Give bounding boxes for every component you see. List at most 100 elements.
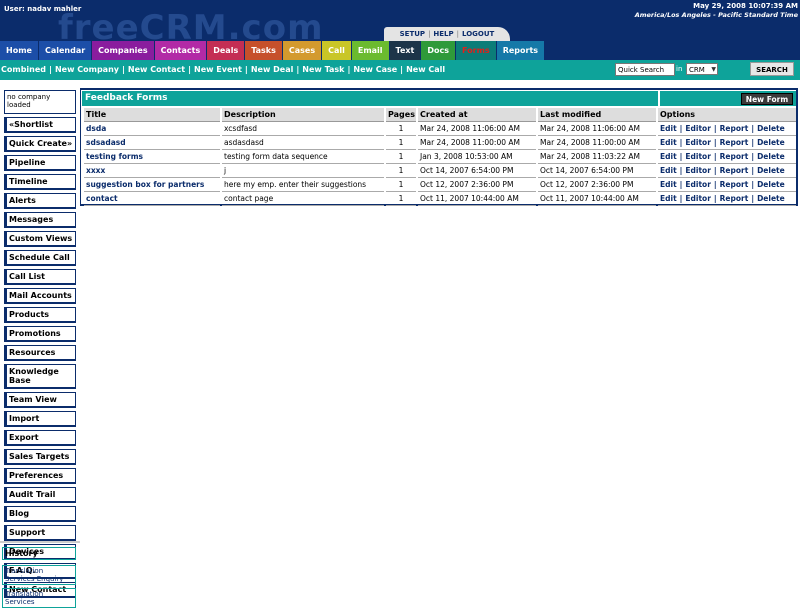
sidebar-item-import[interactable]: Import (4, 411, 76, 427)
delete-link[interactable]: Delete (757, 166, 785, 175)
quick-link-new-case[interactable]: New Case (353, 65, 397, 74)
editor-link[interactable]: Editor (685, 166, 711, 175)
editor-link[interactable]: Editor (685, 124, 711, 133)
tab-docs[interactable]: Docs (421, 41, 455, 60)
history-item[interactable]: Translation Services (2, 588, 76, 608)
quick-link-combined[interactable]: Combined (1, 65, 46, 74)
tab-companies[interactable]: Companies (92, 41, 154, 60)
form-title-link[interactable]: testing forms (84, 150, 220, 164)
quick-link-new-call[interactable]: New Call (406, 65, 445, 74)
sidebar-item-schedule-call[interactable]: Schedule Call (4, 250, 76, 266)
search-button[interactable]: SEARCH (750, 62, 794, 76)
sidebar-item-products[interactable]: Products (4, 307, 76, 323)
form-title-link[interactable]: dsda (84, 122, 220, 136)
sidebar-item-call-list[interactable]: Call List (4, 269, 76, 285)
separator: | (713, 194, 717, 203)
quick-link-new-company[interactable]: New Company (55, 65, 119, 74)
sidebar-item-support[interactable]: Support (4, 525, 76, 541)
form-last-modified: Oct 14, 2007 6:54:00 PM (538, 164, 656, 178)
help-link[interactable]: HELP (433, 30, 453, 38)
edit-link[interactable]: Edit (660, 124, 677, 133)
report-link[interactable]: Report (720, 124, 749, 133)
quick-link-new-event[interactable]: New Event (194, 65, 242, 74)
sidebar-item-knowledge-base[interactable]: Knowledge Base (4, 364, 76, 389)
separator: | (751, 180, 755, 189)
delete-link[interactable]: Delete (757, 124, 785, 133)
setup-link[interactable]: SETUP (400, 30, 425, 38)
sidebar-item-team-view[interactable]: Team View (4, 392, 76, 408)
delete-link[interactable]: Delete (757, 194, 785, 203)
form-title-link[interactable]: xxxx (84, 164, 220, 178)
form-last-modified: Mar 24, 2008 11:06:00 AM (538, 122, 656, 136)
form-title-link[interactable]: suggestion box for partners (84, 178, 220, 192)
tab-email[interactable]: Email (351, 41, 389, 60)
tab-text[interactable]: Text (389, 41, 421, 60)
quick-link-new-task[interactable]: New Task (302, 65, 344, 74)
sidebar-item-label: Promotions (9, 329, 61, 338)
report-link[interactable]: Report (720, 166, 749, 175)
edit-link[interactable]: Edit (660, 180, 677, 189)
sidebar-item-custom-views[interactable]: Custom Views (4, 231, 76, 247)
search-scope-select[interactable]: CRM ▼ (686, 63, 718, 75)
sidebar-item-shortlist[interactable]: «Shortlist (4, 117, 76, 133)
sidebar-item-alerts[interactable]: Alerts (4, 193, 76, 209)
sidebar-item-pipeline[interactable]: Pipeline (4, 155, 76, 171)
tab-contacts[interactable]: Contacts (154, 41, 207, 60)
report-link[interactable]: Report (720, 180, 749, 189)
report-link[interactable]: Report (720, 194, 749, 203)
report-link[interactable]: Report (720, 138, 749, 147)
delete-link[interactable]: Delete (757, 180, 785, 189)
tab-call[interactable]: Call (322, 41, 351, 60)
sidebar-item-preferences[interactable]: Preferences (4, 468, 76, 484)
sidebar-item-timeline[interactable]: Timeline (4, 174, 76, 190)
sidebar-item-promotions[interactable]: Promotions (4, 326, 76, 342)
editor-link[interactable]: Editor (685, 180, 711, 189)
chevron-down-icon: ▼ (711, 66, 716, 73)
edit-link[interactable]: Edit (660, 138, 677, 147)
form-pages: 1 (386, 136, 416, 150)
form-created-at: Oct 12, 2007 2:36:00 PM (418, 178, 536, 192)
tab-calendar[interactable]: Calendar (38, 41, 92, 60)
new-form-button[interactable]: New Form (741, 93, 793, 105)
tab-reports[interactable]: Reports (496, 41, 545, 60)
tab-deals[interactable]: Deals (207, 41, 245, 60)
tab-tasks[interactable]: Tasks (245, 41, 282, 60)
sidebar-item-label: Alerts (9, 196, 36, 205)
sidebar-item-blog[interactable]: Blog (4, 506, 76, 522)
quick-search-input[interactable] (615, 63, 675, 76)
tab-cases[interactable]: Cases (282, 41, 322, 60)
quick-link-new-contact[interactable]: New Contact (128, 65, 185, 74)
form-description: xcsdfasd (222, 122, 384, 136)
history-item[interactable]: Translation Services Enquiry (2, 565, 76, 585)
sidebar-menu: «Shortlist Quick Create» Pipeline Timeline A… (4, 117, 76, 598)
form-title-link[interactable]: contact (84, 192, 220, 206)
sidebar-item-label: Preferences (9, 471, 64, 480)
sidebar-item-audit-trail[interactable]: Audit Trail (4, 487, 76, 503)
sidebar-item-sales-targets[interactable]: Sales Targets (4, 449, 76, 465)
form-created-at: Oct 11, 2007 10:44:00 AM (418, 192, 536, 206)
edit-link[interactable]: Edit (660, 166, 677, 175)
report-link[interactable]: Report (720, 152, 749, 161)
sidebar-item-messages[interactable]: Messages (4, 212, 76, 228)
delete-link[interactable]: Delete (757, 152, 785, 161)
sidebar-item-label: Call List (9, 272, 45, 281)
editor-link[interactable]: Editor (685, 194, 711, 203)
edit-link[interactable]: Edit (660, 152, 677, 161)
sidebar-item-export[interactable]: Export (4, 430, 76, 446)
editor-link[interactable]: Editor (685, 138, 711, 147)
separator: | (122, 65, 125, 74)
logout-link[interactable]: LOGOUT (462, 30, 494, 38)
tab-home[interactable]: Home (0, 41, 38, 60)
form-title-link[interactable]: sdsadasd (84, 136, 220, 150)
edit-link[interactable]: Edit (660, 194, 677, 203)
row-options: Edit | Editor | Report | Delete (658, 122, 796, 136)
delete-link[interactable]: Delete (757, 138, 785, 147)
quick-link-new-deal[interactable]: New Deal (251, 65, 294, 74)
tab-forms[interactable]: Forms (456, 41, 496, 60)
sidebar-item-label: Resources (9, 348, 56, 357)
company-status-box: no company loaded (4, 90, 76, 114)
sidebar-item-quick-create[interactable]: Quick Create» (4, 136, 76, 152)
sidebar-item-mail-accounts[interactable]: Mail Accounts (4, 288, 76, 304)
editor-link[interactable]: Editor (685, 152, 711, 161)
sidebar-item-resources[interactable]: Resources (4, 345, 76, 361)
